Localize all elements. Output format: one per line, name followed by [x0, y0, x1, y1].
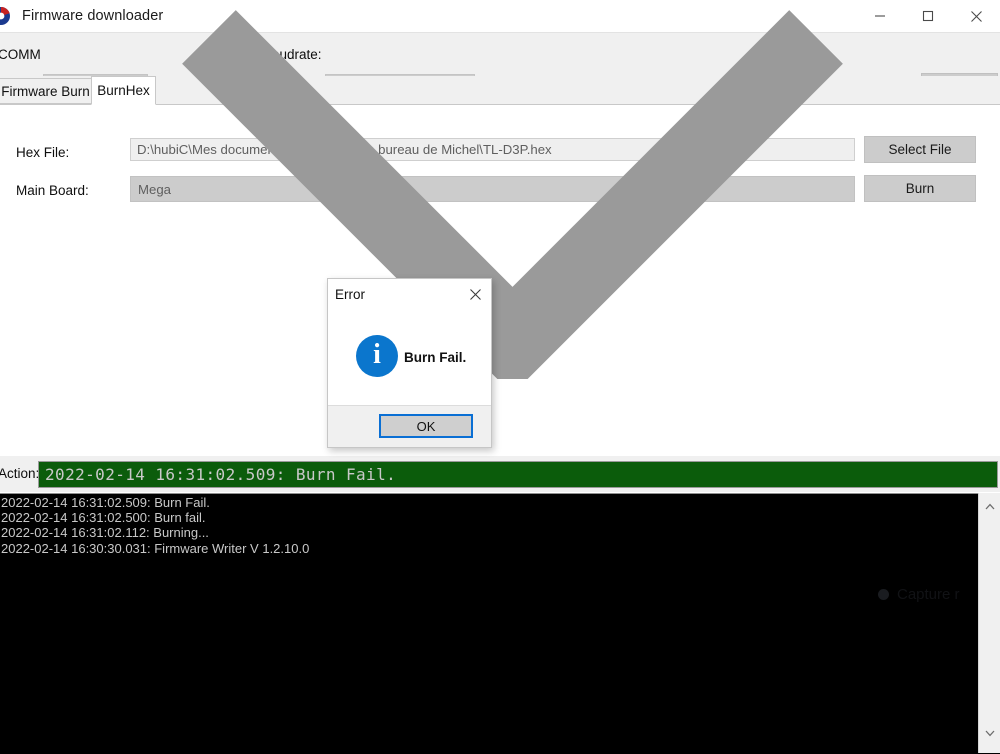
burn-hex-panel: Hex File: D:\hubiC\Mes documents de Mich…	[0, 10, 1000, 457]
action-label: Action:	[0, 466, 40, 481]
dialog-footer: OK	[328, 405, 491, 447]
dialog-close-icon[interactable]	[463, 283, 487, 305]
window-title: Firmware downloader	[22, 8, 164, 24]
dialog-body: i Burn Fail.	[328, 309, 491, 406]
burn-button[interactable]: Burn	[864, 175, 976, 202]
log-line: 2022-02-14 16:31:02.112: Burning...	[1, 525, 209, 541]
error-dialog: Error i Burn Fail. OK	[327, 278, 492, 448]
scroll-up-icon[interactable]	[979, 496, 1000, 516]
dialog-ok-button[interactable]: OK	[379, 414, 473, 438]
tab-burn-hex[interactable]: BurnHex	[91, 76, 156, 105]
window-controls	[856, 0, 1000, 32]
app-logo-icon	[0, 6, 11, 26]
log-line: 2022-02-14 16:31:02.509: Burn Fail.	[1, 495, 210, 510]
log-line: 2022-02-14 16:31:02.500: Burn fail.	[1, 510, 206, 526]
maximize-icon[interactable]	[904, 0, 952, 32]
dialog-title: Error	[335, 287, 365, 302]
hex-file-label: Hex File:	[16, 145, 70, 160]
chevron-down-icon	[182, 10, 843, 379]
log-line-list: 2022-02-14 16:31:02.509: Burn Fail. 2022…	[0, 495, 978, 556]
main-board-label: Main Board:	[16, 183, 89, 198]
record-dot-icon	[878, 589, 889, 600]
main-board-select[interactable]: Mega	[130, 10, 855, 379]
main-board-value: Mega	[138, 181, 171, 197]
log-scrollbar[interactable]	[978, 493, 1000, 753]
action-status-value: 2022-02-14 16:31:02.509: Burn Fail.	[45, 465, 397, 484]
capture-watermark: Capture r	[878, 586, 960, 603]
info-icon: i	[356, 335, 398, 377]
minimize-icon[interactable]	[856, 0, 904, 32]
tab-firmware-burn[interactable]: Firmware Burn	[0, 78, 92, 104]
select-file-button[interactable]: Select File	[864, 136, 976, 163]
log-console[interactable]: 2022-02-14 16:31:02.509: Burn Fail. 2022…	[0, 493, 1000, 754]
close-icon[interactable]	[952, 0, 1000, 32]
log-line: 2022-02-14 16:30:30.031: Firmware Writer…	[1, 540, 310, 556]
dialog-message: Burn Fail.	[404, 350, 467, 365]
action-status-field: 2022-02-14 16:31:02.509: Burn Fail.	[38, 461, 998, 488]
capture-watermark-label: Capture r	[897, 586, 960, 603]
scroll-down-icon[interactable]	[979, 723, 1000, 743]
comm-label: COMM	[0, 47, 41, 62]
